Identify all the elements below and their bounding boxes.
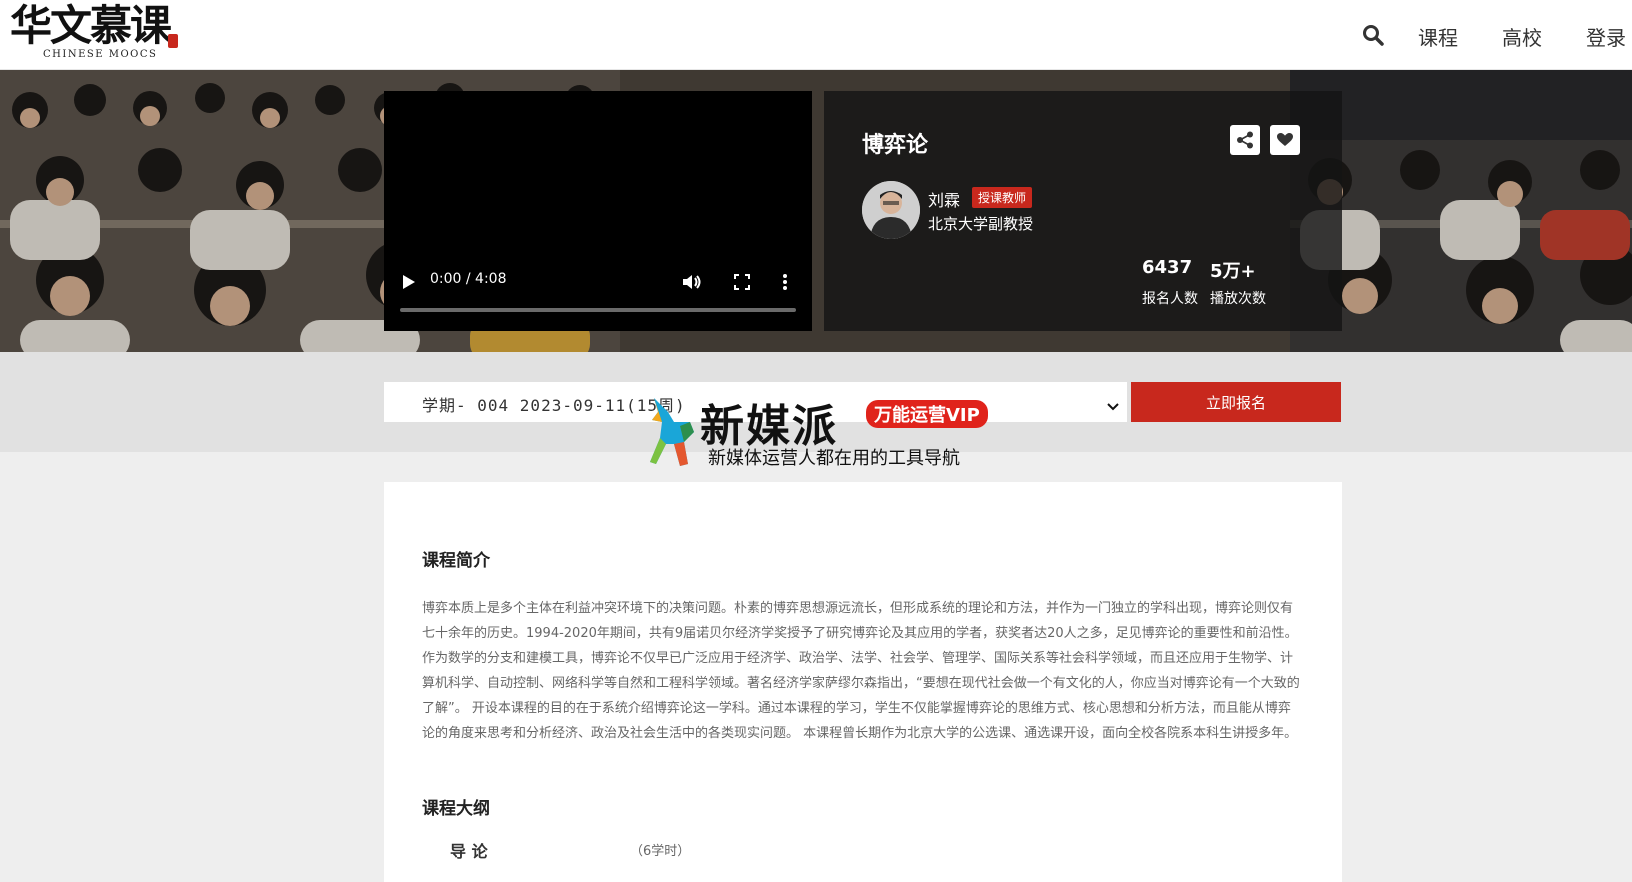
search-icon[interactable]: [1362, 24, 1386, 48]
enrollment-count: 6437: [1142, 257, 1193, 278]
share-icon: [1237, 131, 1253, 149]
nav-courses[interactable]: 课程: [1418, 22, 1458, 51]
fullscreen-icon[interactable]: [734, 274, 750, 294]
outline-item-hours: （6学时）: [630, 844, 691, 859]
share-button[interactable]: [1230, 125, 1260, 155]
course-content: 课程简介 博弈本质上是多个主体在利益冲突环境下的决策问题。朴素的博弈思想源远流长…: [384, 482, 1342, 882]
course-info-panel: 博弈论 刘霖 授课教师 北京大学副教授 6437 报名人数 5万+ 播放次数: [824, 91, 1342, 331]
deer-logo-icon: [640, 392, 700, 474]
outline-heading: 课程大纲: [422, 799, 490, 819]
intro-heading: 课程简介: [422, 551, 490, 571]
teacher-title: 北京大学副教授: [928, 215, 1034, 233]
volume-icon[interactable]: [682, 274, 702, 294]
teacher-badge: 授课教师: [972, 187, 1033, 208]
heart-icon: [1277, 133, 1293, 146]
banner-overlay: [0, 70, 1632, 352]
play-icon[interactable]: [402, 274, 416, 294]
logo-chinese-text: 华文慕课: [10, 1, 172, 50]
watermark-vip-badge: 万能运营VIP: [866, 400, 988, 428]
course-banner: [0, 70, 1632, 352]
watermark-overlay: 新媒派 万能运营VIP 新媒体运营人都在用的工具导航: [640, 390, 1000, 470]
nav-universities[interactable]: 高校: [1502, 22, 1542, 51]
enroll-button[interactable]: 立即报名: [1131, 382, 1341, 422]
enrollment-label: 报名人数: [1142, 291, 1198, 307]
nav-login[interactable]: 登录: [1586, 22, 1626, 51]
outline-item-name: 导 论: [450, 842, 488, 861]
more-options-icon[interactable]: [782, 274, 788, 294]
course-title: 博弈论: [862, 133, 929, 158]
teacher-name[interactable]: 刘霖: [928, 187, 960, 211]
video-time: 0:00 / 4:08: [430, 271, 507, 287]
favorite-button[interactable]: [1270, 125, 1300, 155]
video-player[interactable]: 0:00 / 4:08: [384, 91, 812, 331]
chevron-down-icon: [1107, 396, 1119, 415]
play-count: 5万+: [1210, 261, 1256, 282]
logo-seal: [168, 34, 178, 48]
play-count-label: 播放次数: [1210, 291, 1266, 307]
site-logo[interactable]: 华文慕课 CHINESE MOOCS: [10, 2, 180, 64]
intro-text: 博弈本质上是多个主体在利益冲突环境下的决策问题。朴素的博弈思想源远流长，但形成系…: [422, 601, 1300, 741]
teacher-avatar[interactable]: [862, 181, 920, 239]
logo-english-text: CHINESE MOOCS: [43, 49, 158, 60]
watermark-slogan: 新媒体运营人都在用的工具导航: [708, 448, 960, 469]
video-progress-bar[interactable]: [400, 308, 796, 312]
site-header: 华文慕课 CHINESE MOOCS 课程 高校 登录: [0, 0, 1632, 70]
